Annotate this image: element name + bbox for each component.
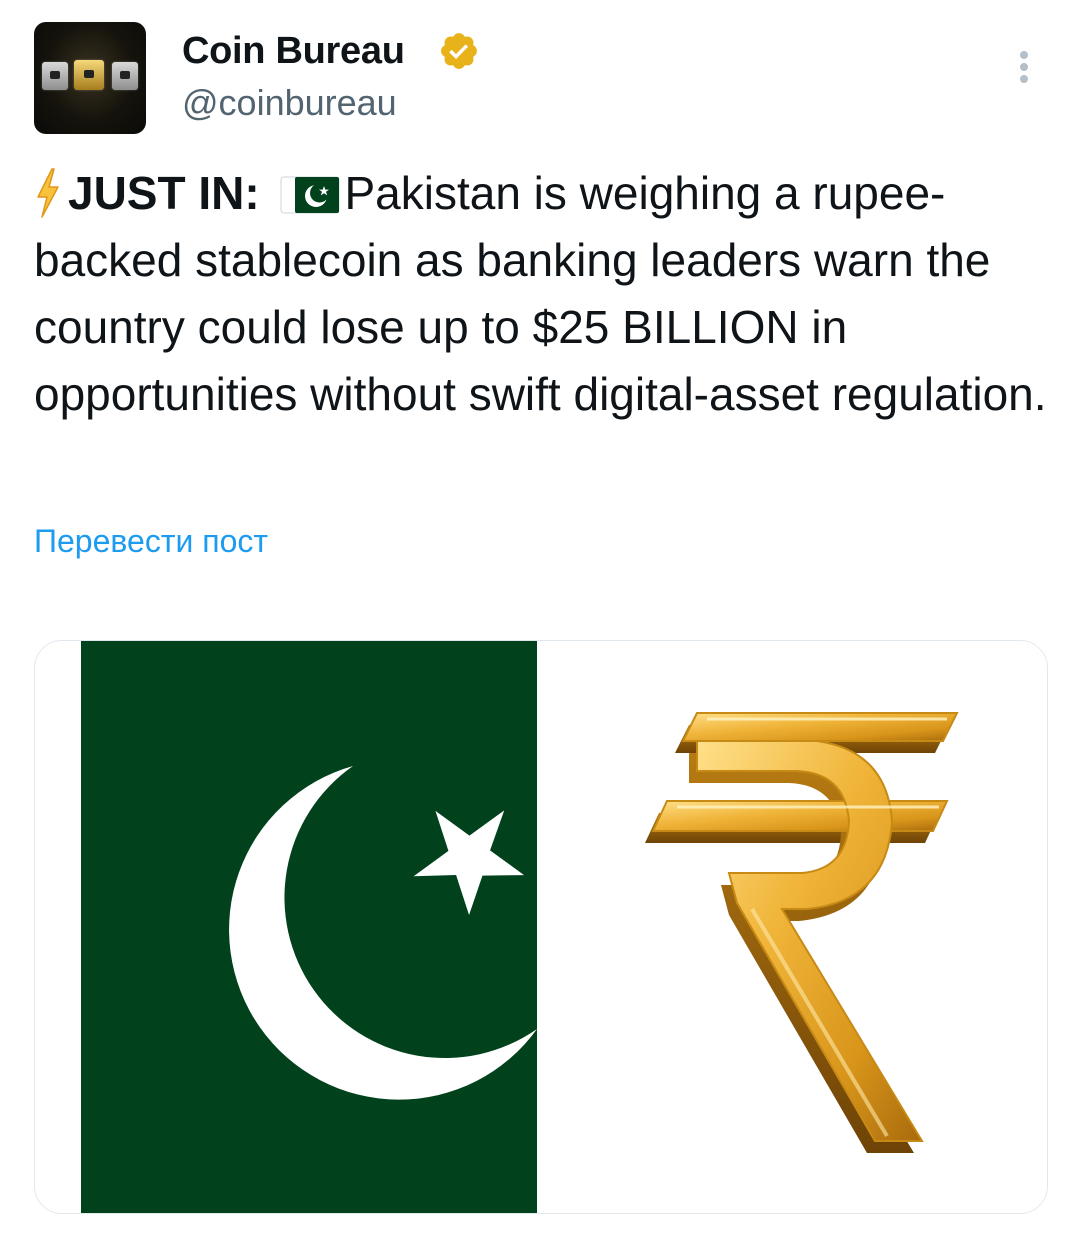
lightning-icon	[37, 168, 59, 218]
more-options-icon[interactable]	[1014, 48, 1034, 88]
pakistan-flag-icon	[280, 176, 340, 214]
verified-badge-icon	[441, 33, 477, 69]
pakistan-flag-image	[81, 641, 537, 1213]
translate-post-link[interactable]: Перевести пост	[34, 523, 268, 560]
gold-rupee-image	[547, 641, 1047, 1213]
tweet-text: JUST IN: Pakistan is weighing a rupee-ba…	[34, 160, 1054, 428]
avatar[interactable]	[34, 22, 146, 134]
account-handle[interactable]: @coinbureau	[182, 82, 397, 124]
tweet-lead: JUST IN:	[68, 167, 260, 219]
tweet-media[interactable]	[34, 640, 1048, 1214]
avatar-gold-plate-icon	[74, 60, 104, 90]
avatar-silver-plate-icon	[112, 62, 138, 90]
account-name[interactable]: Coin Bureau	[182, 30, 405, 73]
avatar-silver-plate-icon	[42, 62, 68, 90]
